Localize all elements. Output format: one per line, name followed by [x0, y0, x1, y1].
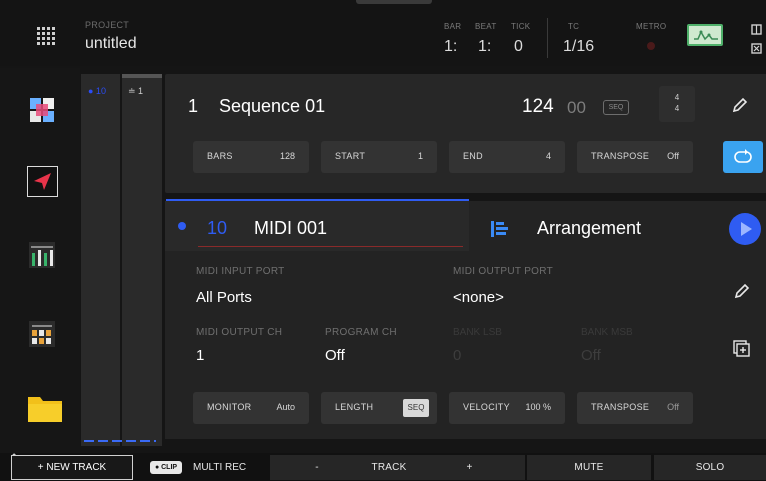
track-prev-button[interactable]: -	[270, 455, 364, 480]
bar-label: BAR	[444, 22, 462, 31]
midi-output-port-value[interactable]: <none>	[453, 289, 504, 306]
param-label: LENGTH	[335, 402, 374, 412]
param-label: VELOCITY	[463, 402, 510, 412]
track-column-label-2: ≐ 1	[128, 86, 144, 96]
cursor-icon[interactable]	[27, 166, 58, 197]
transpose-param[interactable]: TRANSPOSE Off	[577, 141, 693, 173]
clip-toggle[interactable]: ● CLIP	[150, 461, 182, 474]
length-param[interactable]: LENGTH SEQ	[321, 392, 437, 424]
bars-param[interactable]: BARS 128	[193, 141, 309, 173]
param-label: MONITOR	[207, 402, 252, 412]
param-label: BARS	[207, 151, 233, 161]
param-value: 1	[417, 151, 423, 161]
track-name-underline	[198, 246, 463, 247]
arrangement-icon[interactable]	[490, 220, 510, 238]
param-value: Auto	[276, 402, 295, 412]
beat-label: BEAT	[475, 22, 497, 31]
track-next-button[interactable]: +	[414, 455, 525, 480]
seq-tag[interactable]: SEQ	[603, 100, 629, 115]
top-grabber-handle[interactable]	[356, 0, 432, 4]
track-column-label: ● 10	[88, 86, 106, 96]
metro-label: METRO	[636, 22, 667, 31]
bpm-fraction[interactable]: 00	[567, 98, 586, 118]
beat-value: 1:	[478, 38, 492, 55]
param-value: 100 %	[525, 402, 551, 412]
tick-value: 0	[514, 38, 523, 55]
track-column-2[interactable]	[122, 74, 162, 446]
new-track-button[interactable]: + NEW TRACK	[11, 455, 133, 480]
midi-output-ch-value[interactable]: 1	[196, 347, 204, 364]
param-value: 4	[545, 151, 551, 161]
sequence-number: 1	[188, 96, 199, 116]
column-scroll-indicator	[84, 440, 156, 442]
mixer-icon[interactable]	[28, 241, 56, 269]
tick-label: TICK	[511, 22, 531, 31]
divider	[547, 18, 548, 58]
midi-output-port-label: MIDI OUTPUT PORT	[453, 266, 553, 277]
waveform-icon[interactable]	[687, 24, 723, 46]
param-value: SEQ	[403, 399, 429, 417]
param-value: 128	[279, 151, 295, 161]
param-label: TRANSPOSE	[591, 402, 650, 412]
multi-rec-button[interactable]: MULTI REC	[193, 455, 246, 480]
pencil-icon[interactable]	[733, 282, 751, 305]
midi-input-port-label: MIDI INPUT PORT	[196, 266, 285, 277]
program-ch-value[interactable]: Off	[325, 347, 345, 364]
duplicate-icon[interactable]	[732, 339, 752, 359]
project-name[interactable]: untitled	[85, 35, 137, 53]
track-color-dot	[178, 222, 186, 230]
bank-lsb-value: 0	[453, 347, 462, 364]
param-value: Off	[667, 402, 679, 412]
param-label: START	[335, 151, 366, 161]
bpm-value[interactable]: 124	[522, 96, 554, 118]
play-button[interactable]	[729, 213, 761, 245]
midi-input-port-value[interactable]: All Ports	[196, 289, 252, 306]
window-icon[interactable]	[750, 24, 762, 40]
start-param[interactable]: START 1	[321, 141, 437, 173]
metronome-indicator[interactable]	[647, 42, 655, 50]
tc-value[interactable]: 1/16	[563, 38, 594, 56]
loop-button[interactable]	[723, 141, 763, 173]
window-controls	[750, 24, 762, 59]
solo-button[interactable]: SOLO	[654, 455, 766, 480]
param-label: END	[463, 151, 483, 161]
pads-icon[interactable]	[28, 96, 56, 124]
bank-lsb-label: BANK LSB	[453, 327, 502, 338]
end-param[interactable]: END 4	[449, 141, 565, 173]
pencil-icon[interactable]	[731, 96, 749, 119]
track-name[interactable]: MIDI 001	[254, 218, 327, 239]
top-bar	[0, 0, 766, 66]
grid-icon[interactable]	[34, 24, 58, 48]
bank-msb-value: Off	[581, 347, 601, 364]
grid-mixer-icon[interactable]	[28, 320, 56, 348]
monitor-param[interactable]: MONITOR Auto	[193, 392, 309, 424]
param-label: TRANSPOSE	[591, 151, 650, 161]
bar-value: 1:	[444, 38, 458, 55]
time-signature[interactable]: 4 4	[659, 86, 695, 122]
track-column-1[interactable]	[81, 74, 120, 446]
sequence-name[interactable]: Sequence 01	[219, 96, 325, 117]
track-label: TRACK	[364, 455, 414, 480]
program-ch-label: PROGRAM CH	[325, 327, 397, 338]
time-sig-bottom: 4	[674, 104, 680, 113]
tc-label: TC	[568, 22, 580, 31]
velocity-param[interactable]: VELOCITY 100 %	[449, 392, 565, 424]
param-value: Off	[667, 151, 679, 161]
arrangement-label[interactable]: Arrangement	[537, 218, 641, 239]
mute-button[interactable]: MUTE	[527, 455, 651, 480]
folder-icon[interactable]	[27, 393, 63, 423]
track-number: 10	[207, 218, 228, 238]
loop-icon	[734, 149, 752, 163]
transpose-param[interactable]: TRANSPOSE Off	[577, 392, 693, 424]
column-tab	[122, 74, 162, 78]
time-sig-top: 4	[674, 93, 680, 102]
project-label: PROJECT	[85, 20, 130, 30]
midi-output-ch-label: MIDI OUTPUT CH	[196, 327, 283, 338]
close-icon[interactable]	[750, 43, 762, 59]
bank-msb-label: BANK MSB	[581, 327, 633, 338]
